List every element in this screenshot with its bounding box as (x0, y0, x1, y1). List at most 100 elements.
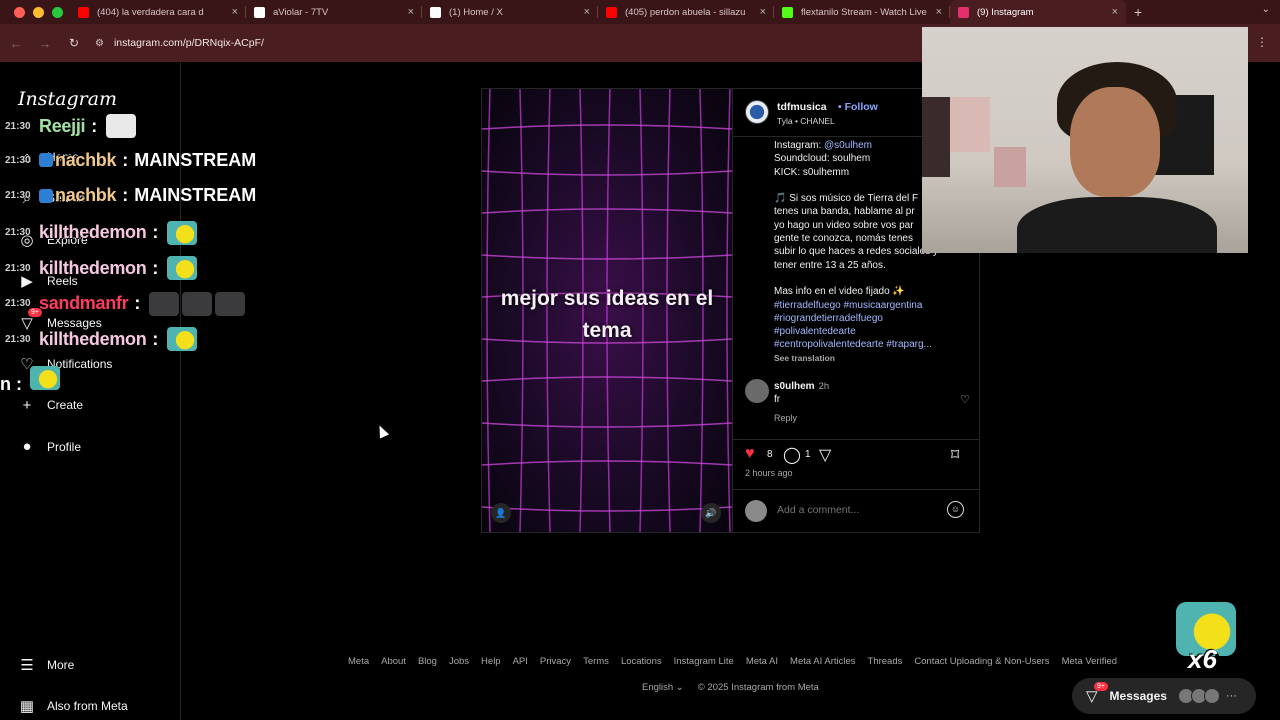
reload-button[interactable]: ↻ (61, 36, 87, 50)
wall-poster (922, 97, 950, 177)
reply-button[interactable]: Reply (774, 413, 797, 423)
tab-close-icon[interactable]: × (1112, 6, 1118, 18)
like-count: 8 (767, 449, 773, 460)
volume-icon[interactable]: 🔊 (701, 503, 721, 523)
tab-close-icon[interactable]: × (760, 6, 766, 18)
chat-separator: : (122, 185, 129, 205)
forward-button[interactable]: → (32, 36, 58, 51)
caption-text: tenes una banda, hablame al pr (774, 206, 915, 218)
footer-link[interactable]: Contact Uploading & Non-Users (914, 656, 1049, 667)
post-video[interactable]: mejor sus ideas en el tema 👤 🔊 (482, 89, 732, 532)
sidebar-item-also-from-meta[interactable]: ▦ Also from Meta (18, 697, 128, 715)
window-controls (0, 6, 70, 18)
caption-link[interactable]: #centropolivalentedearte #traparg... (774, 339, 932, 350)
browser-tab[interactable]: (1) Home / X × (422, 0, 598, 24)
avatar[interactable] (745, 379, 769, 403)
chat-timestamp: 21:30 (5, 190, 31, 201)
minimize-window-button[interactable] (33, 6, 44, 18)
caption-text: subir lo que haces a redes sociales y (774, 246, 938, 258)
more-dots-icon[interactable]: ··· (1226, 690, 1237, 702)
caption-line: #riograndetierradelfuego (774, 312, 974, 325)
footer-link[interactable]: Privacy (540, 656, 571, 667)
sidebar-item-label: More (47, 658, 75, 672)
address-bar[interactable]: ⚙ instagram.com/p/DRNqix-ACpF/ (95, 31, 935, 55)
browser-tab[interactable]: (9) Instagram × (950, 0, 1126, 24)
footer-link[interactable]: About (381, 656, 406, 667)
footer-link[interactable]: Meta (348, 656, 369, 667)
footer-link[interactable]: Blog (418, 656, 437, 667)
chat-timestamp: 21:30 (5, 298, 31, 309)
avatar[interactable] (745, 100, 769, 124)
caption-link[interactable]: #tierradelfuego #musicaargentina (774, 300, 922, 311)
sidebar-item-profile[interactable]: ● Profile (18, 438, 81, 456)
maximize-window-button[interactable] (52, 6, 63, 18)
chat-username[interactable]: killthedemon (39, 329, 147, 350)
sidebar-item-create[interactable]: + Create (18, 396, 83, 414)
tab-title: (9) Instagram (977, 6, 1034, 18)
profile-icon: ● (22, 438, 32, 456)
footer-link[interactable]: Help (481, 656, 501, 667)
sidebar-item-more[interactable]: ☰ More (18, 656, 74, 674)
comment-input[interactable] (777, 504, 937, 516)
post-username[interactable]: tdfmusica (777, 101, 827, 113)
post-music[interactable]: Tyla • CHANEL (777, 116, 835, 126)
back-button[interactable]: ← (3, 36, 29, 51)
footer-link[interactable]: Threads (868, 656, 903, 667)
chat-separator: : (122, 149, 129, 170)
close-window-button[interactable] (14, 6, 25, 18)
browser-menu-icon[interactable]: ⋮ (1256, 35, 1268, 49)
comment-username[interactable]: s0ulhem 2h (774, 381, 829, 392)
grid-line (482, 422, 732, 428)
footer-link[interactable]: Meta Verified (1062, 656, 1117, 667)
emoji-icon[interactable]: ☺ (947, 501, 964, 518)
chat-username[interactable]: nachbk (55, 185, 117, 206)
tab-search-chevron-icon[interactable]: ⌄ (1262, 4, 1270, 15)
browser-tab[interactable]: aViolar - 7TV × (246, 0, 422, 24)
footer-link[interactable]: Meta AI (746, 656, 778, 667)
like-heart-icon[interactable]: ♥ (745, 445, 755, 463)
url-text: instagram.com/p/DRNqix-ACpF/ (113, 37, 264, 49)
post-actions: ♥ 8 ◯ 1 ▽ ⌑ 2 hours ago (733, 439, 980, 487)
share-icon[interactable]: ▽ (819, 445, 831, 465)
messages-pill[interactable]: ▽ 9+ Messages ··· (1072, 678, 1256, 714)
tab-close-icon[interactable]: × (408, 6, 414, 18)
caption-link[interactable]: @s0ulhem (824, 140, 872, 151)
footer-link[interactable]: Terms (583, 656, 609, 667)
browser-tab[interactable]: (405) perdon abuela - sillazu × (598, 0, 774, 24)
chat-separator: : (152, 328, 159, 349)
comment-icon[interactable]: ◯ (783, 445, 801, 465)
new-tab-button[interactable]: + (1134, 4, 1142, 20)
instagram-logo[interactable]: Instagram (18, 88, 117, 110)
chat-username[interactable]: Reejji (39, 116, 86, 137)
sidebar-item-label: Create (47, 398, 84, 413)
caption-link[interactable]: #riograndetierradelfuego (774, 313, 883, 324)
footer-link[interactable]: Locations (621, 656, 662, 667)
language-select[interactable]: English ⌄ (642, 682, 684, 693)
browser-tab-bar: (404) la verdadera cara d × aViolar - 7TV ×… (0, 0, 1280, 24)
browser-tab[interactable]: flextanilo Stream - Watch Live × (774, 0, 950, 24)
follow-button[interactable]: • Follow (838, 101, 878, 113)
bookmark-icon[interactable]: ⌑ (951, 445, 959, 465)
tab-close-icon[interactable]: × (584, 6, 590, 18)
tab-close-icon[interactable]: × (232, 6, 238, 18)
chat-username[interactable]: killthedemon (39, 222, 147, 243)
chat-separator: : (152, 222, 159, 242)
chat-username[interactable]: killthedemon (39, 258, 147, 279)
post-timestamp: 2 hours ago (745, 468, 793, 478)
footer-link[interactable]: Jobs (449, 656, 469, 667)
footer-link[interactable]: Meta AI Articles (790, 656, 855, 667)
footer-link[interactable]: API (513, 656, 528, 667)
chat-username[interactable]: sandmanfr (39, 293, 129, 314)
browser-tab[interactable]: (404) la verdadera cara d × (70, 0, 246, 24)
comment-like-icon[interactable]: ♡ (960, 393, 970, 406)
site-settings-icon[interactable]: ⚙ (95, 38, 104, 49)
chat-username[interactable]: nachbk (55, 150, 117, 171)
footer-link[interactable]: Instagram Lite (674, 656, 734, 667)
grid-icon: ▦ (19, 698, 35, 715)
see-translation-link[interactable]: See translation (774, 353, 835, 363)
tab-close-icon[interactable]: × (936, 6, 942, 18)
caption-line: tener entre 13 a 25 años. (774, 259, 974, 272)
caption-link[interactable]: #polivalentedearte (774, 326, 856, 337)
tagged-user-icon[interactable]: 👤 (491, 503, 511, 523)
tab-strip: (404) la verdadera cara d × aViolar - 7TV ×… (70, 0, 1126, 24)
